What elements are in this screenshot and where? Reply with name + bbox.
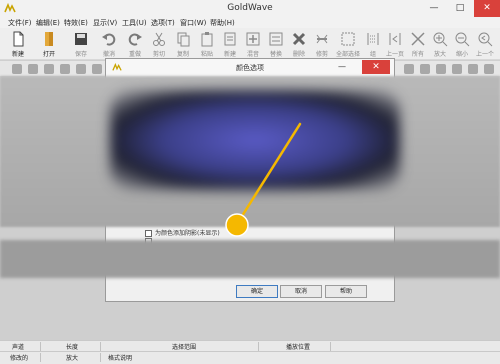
status-length-label: 长度 <box>66 344 79 351</box>
pointer-dot-icon <box>225 213 249 237</box>
status-bar-row-2: 修改的 放大 格式说明 <box>0 351 500 364</box>
status-channel-label: 声道 <box>12 344 25 351</box>
pointer-annotation <box>225 122 302 237</box>
status-play-position-label: 播放位置 <box>286 344 311 351</box>
status-zoom-label: 放大 <box>66 355 79 362</box>
pointer-line <box>235 122 302 226</box>
status-modified-label: 修改的 <box>10 355 29 362</box>
status-selection-label: 选择范围 <box>172 344 197 351</box>
status-format-label: 格式说明 <box>108 355 133 362</box>
status-bar-row-1: 声道 长度 选择范围 播放位置 <box>0 340 500 351</box>
